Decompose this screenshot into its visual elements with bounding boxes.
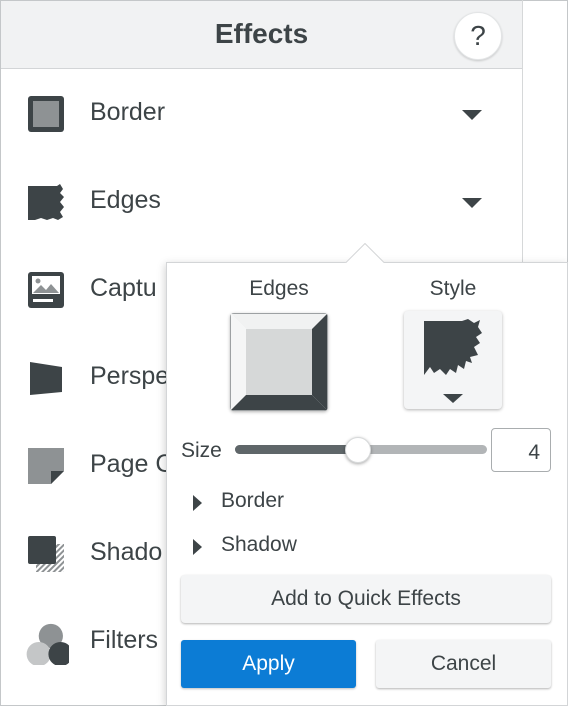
chevron-down-icon[interactable] [462,198,482,208]
effect-label: Border [90,98,166,126]
filters-effect-icon [26,623,69,665]
add-to-quick-effects-button[interactable]: Add to Quick Effects [181,575,551,623]
border-effect-icon [28,96,64,132]
effect-row-border[interactable]: Border [1,83,522,143]
help-button[interactable]: ? [454,12,502,60]
effect-label: Edges [90,186,161,214]
effects-panel-header: Effects ? [1,1,522,69]
edges-effect-icon [28,184,64,220]
effect-label: Page C [90,450,174,478]
size-label: Size [181,439,222,462]
perspective-effect-icon [30,362,62,395]
effect-label: Perspe [90,362,170,390]
triangle-right-icon [193,495,202,511]
size-slider-thumb[interactable] [345,437,372,463]
shadow-effect-icon [28,536,64,572]
border-section-label: Border [221,489,285,512]
edge-style-selector[interactable] [404,311,502,409]
effect-label: Shado [90,538,163,566]
panel-title: Effects [214,18,309,49]
edges-bevel-swatch[interactable] [230,313,328,411]
style-column-label: Style [429,277,477,300]
effect-row-edges[interactable]: Edges [1,171,522,231]
effect-label: Filters [90,626,159,654]
chevron-down-icon[interactable] [462,110,482,120]
edges-column-label: Edges [249,277,309,300]
bevel-edge-icon [230,313,328,411]
cancel-button[interactable]: Cancel [376,640,551,688]
apply-button[interactable]: Apply [181,640,356,688]
popover-pointer [344,243,384,263]
page-curl-effect-icon [28,448,64,484]
shadow-section-label: Shadow [221,533,297,556]
chevron-down-icon[interactable] [443,394,463,403]
effect-label: Captu [90,274,157,302]
triangle-right-icon [193,539,202,555]
caption-effect-icon [28,272,64,308]
edges-popover: Edges Style Size 4 Border Shadow Add to … [166,262,568,706]
size-input[interactable]: 4 [491,428,551,472]
size-slider-fill [235,445,359,454]
